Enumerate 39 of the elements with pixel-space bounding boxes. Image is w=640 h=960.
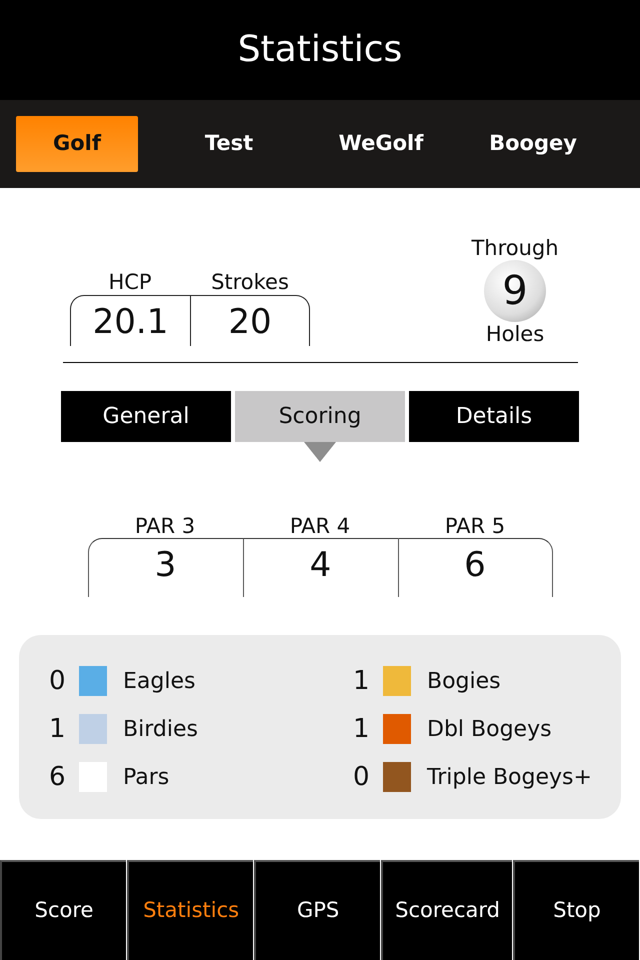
nav-tab[interactable]: Stop: [512, 860, 640, 960]
legend-count: 0: [49, 664, 67, 698]
stat-label: Strokes: [211, 269, 289, 295]
stat-label: HCP: [108, 269, 152, 295]
pointer-icon: [304, 442, 336, 462]
golf-ball-count: 9: [484, 260, 546, 322]
legend-count: 6: [49, 760, 67, 794]
stat-value: 20: [190, 295, 310, 346]
legend-label: Birdies: [123, 716, 198, 744]
nav-tab[interactable]: Statistics: [127, 860, 254, 960]
legend-label: Dbl Bogeys: [427, 716, 552, 744]
stat-value: 20.1: [70, 295, 190, 346]
legend-label: Eagles: [123, 668, 196, 696]
legend-count: 0: [353, 760, 371, 794]
par-label: PAR 4: [290, 514, 350, 538]
nav-tab[interactable]: Scorecard: [381, 860, 512, 960]
through-label: Through: [471, 236, 559, 260]
par-label: PAR 3: [134, 514, 196, 538]
legend-label: Pars: [123, 764, 170, 792]
legend-count: 1: [353, 664, 371, 698]
legend-count: 1: [353, 712, 371, 746]
legend-label: Triple Bogeys+: [427, 764, 592, 792]
section-tab[interactable]: General: [61, 391, 231, 442]
player-tab[interactable]: WeGolf: [320, 116, 442, 172]
legend-count: 1: [49, 712, 67, 746]
par-label: PAR 5: [444, 514, 506, 538]
nav-tab[interactable]: GPS: [254, 860, 380, 960]
legend-label: Bogies: [427, 668, 501, 696]
player-tab[interactable]: Test: [168, 116, 290, 172]
player-tab[interactable]: Golf: [16, 116, 138, 172]
section-tab[interactable]: Scoring: [235, 391, 405, 442]
par-value: 4: [242, 538, 398, 597]
screen-title: Statistics: [238, 28, 402, 72]
player-tab[interactable]: Boogey: [472, 116, 594, 172]
holes-label: Holes: [486, 322, 544, 346]
par-value: 6: [398, 538, 552, 597]
section-tab[interactable]: Details: [409, 391, 579, 442]
par-value: 3: [88, 538, 242, 597]
nav-tab[interactable]: Score: [0, 860, 126, 960]
